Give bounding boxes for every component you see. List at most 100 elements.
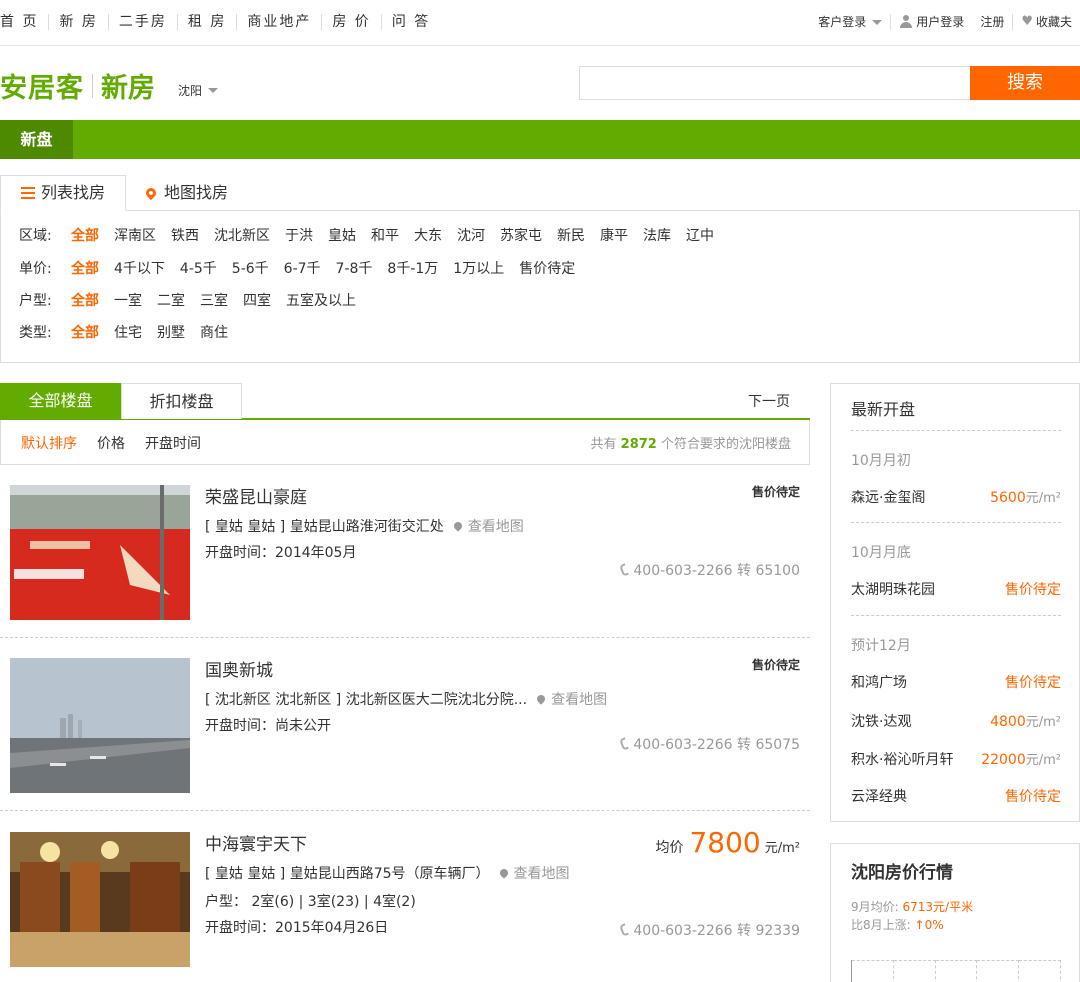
listing-name[interactable]: 荣盛昆山豪庭 <box>205 483 307 508</box>
listing-name[interactable]: 国奥新城 <box>205 656 273 681</box>
filter-option[interactable]: 皇姑 <box>328 225 356 245</box>
filter-option[interactable]: 8千-1万 <box>387 258 438 278</box>
filter-option[interactable]: 辽中 <box>686 225 714 245</box>
logo-divider <box>92 73 93 98</box>
nav-second-hand[interactable]: 二手房 <box>107 14 177 30</box>
listing-photo[interactable] <box>10 485 190 620</box>
price-unit: 元/m² <box>764 841 800 856</box>
search-button[interactable]: 搜索 <box>970 66 1080 100</box>
project-name[interactable]: 太湖明珠花园 <box>851 579 935 599</box>
map-pin-icon <box>452 520 464 532</box>
filter-option[interactable]: 苏家屯 <box>500 225 542 245</box>
nav-qa[interactable]: 问 答 <box>380 14 440 30</box>
filter-option[interactable]: 全部 <box>71 225 99 245</box>
view-map-link[interactable]: 查看地图 <box>535 689 607 709</box>
tab-new-projects[interactable]: 新盘 <box>0 120 73 159</box>
opening-row[interactable]: 和鸿广场 售价待定 <box>851 672 1061 692</box>
filter-option[interactable]: 一室 <box>114 290 142 310</box>
filter-option[interactable]: 沈河 <box>457 225 485 245</box>
view-map-link[interactable]: 查看地图 <box>497 863 570 883</box>
filter-option[interactable]: 新民 <box>557 225 585 245</box>
filter-option[interactable]: 于洪 <box>285 225 313 245</box>
search-input[interactable] <box>579 66 971 100</box>
client-login-dropdown[interactable]: 客户登录 <box>810 14 890 30</box>
filter-option[interactable]: 二室 <box>157 290 185 310</box>
filter-option[interactable]: 全部 <box>71 258 99 278</box>
sort-price[interactable]: 价格 <box>97 433 125 453</box>
divider <box>851 522 1061 523</box>
price-label: 均价 <box>655 840 684 856</box>
opening-row[interactable]: 森远·金玺阁 5600元/m² <box>851 487 1061 507</box>
nav-rent[interactable]: 租 房 <box>176 14 236 30</box>
project-price: 售价待定 <box>1005 786 1061 806</box>
project-name[interactable]: 积水·裕沁听月轩 <box>851 749 953 769</box>
listing-item[interactable]: 中海寰宇天下 [ 皇姑 皇姑 ] 皇姑昆山西路75号（原车辆厂） 查看地图 户型… <box>0 812 810 982</box>
filter-option[interactable]: 四室 <box>243 290 271 310</box>
filter-option[interactable]: 浑南区 <box>114 225 156 245</box>
filter-option[interactable]: 4千以下 <box>114 258 165 278</box>
next-page-link[interactable]: 下一页 <box>748 391 790 411</box>
filter-option[interactable]: 4-5千 <box>180 258 217 278</box>
sort-default[interactable]: 默认排序 <box>21 433 77 453</box>
price-value: 售价待定 <box>1005 582 1061 598</box>
listing-photo[interactable] <box>10 658 190 793</box>
filter-option[interactable]: 大东 <box>414 225 442 245</box>
nav-prices[interactable]: 房 价 <box>321 14 380 30</box>
filter-label: 类型: <box>19 325 52 341</box>
address-text: [ 皇姑 皇姑 ] 皇姑昆山路淮河街交汇处 <box>205 519 444 535</box>
opening-row[interactable]: 太湖明珠花园 售价待定 <box>851 579 1061 599</box>
filter-option[interactable]: 别墅 <box>157 322 185 342</box>
city-selector[interactable]: 沈阳 <box>178 82 219 99</box>
user-login-link[interactable]: 用户登录 <box>890 14 972 30</box>
filter-option[interactable]: 全部 <box>71 290 99 310</box>
filter-option[interactable]: 商住 <box>200 322 228 342</box>
phone-icon <box>619 563 630 577</box>
filter-option[interactable]: 5-6千 <box>232 258 269 278</box>
nav-home[interactable]: 首 页 <box>0 14 48 30</box>
project-name[interactable]: 沈铁·达观 <box>851 711 911 731</box>
map-pin-icon <box>143 185 159 201</box>
filter-option[interactable]: 全部 <box>71 322 99 342</box>
filter-option[interactable]: 康平 <box>600 225 628 245</box>
opening-row[interactable]: 沈铁·达观 4800元/m² <box>851 711 1061 731</box>
listing-item[interactable]: 荣盛昆山豪庭 [ 皇姑 皇姑 ] 皇姑昆山路淮河街交汇处 查看地图 开盘时间：2… <box>0 465 810 638</box>
tab-discount-projects[interactable]: 折扣楼盘 <box>121 383 242 419</box>
register-link[interactable]: 注册 <box>972 14 1012 30</box>
nav-new-homes[interactable]: 新 房 <box>48 14 107 30</box>
tab-all-projects[interactable]: 全部楼盘 <box>0 383 121 419</box>
filter-option[interactable]: 法库 <box>643 225 671 245</box>
filter-option[interactable]: 1万以上 <box>453 258 504 278</box>
listing-item[interactable]: 国奥新城 [ 沈北新区 沈北新区 ] 沈北新区医大二院沈北分院... 查看地图 … <box>0 638 810 811</box>
filter-option[interactable]: 售价待定 <box>519 258 575 278</box>
site-logo[interactable]: 安居客 新房 <box>0 66 155 105</box>
opening-row[interactable]: 积水·裕沁听月轩 22000元/m² <box>851 749 1061 769</box>
listing-name[interactable]: 中海寰宇天下 <box>205 830 307 855</box>
project-name[interactable]: 云泽经典 <box>851 786 907 806</box>
filter-option[interactable]: 和平 <box>371 225 399 245</box>
favorites-link[interactable]: ♥ 收藏夫 <box>1012 14 1080 30</box>
price-status: 售价待定 <box>751 658 800 672</box>
project-name[interactable]: 和鸿广场 <box>851 672 907 692</box>
grid-cell <box>852 960 894 982</box>
price-value: 22000 <box>981 752 1026 768</box>
filter-option[interactable]: 三室 <box>200 290 228 310</box>
filter-option[interactable]: 铁西 <box>171 225 199 245</box>
filter-option[interactable]: 五室及以上 <box>286 290 356 310</box>
sort-open-time[interactable]: 开盘时间 <box>145 433 201 453</box>
filter-option[interactable]: 住宅 <box>114 322 142 342</box>
view-map-link[interactable]: 查看地图 <box>452 516 524 536</box>
count-suffix: 个符合要求的沈阳楼盘 <box>660 437 791 452</box>
project-name[interactable]: 森远·金玺阁 <box>851 487 925 507</box>
opening-row[interactable]: 云泽经典 售价待定 <box>851 786 1061 806</box>
filter-row-price: 单价: 全部 4千以下 4-5千 5-6千 6-7千 7-8千 8千-1万 1万… <box>19 258 590 278</box>
listing-photo[interactable] <box>10 832 190 967</box>
filter-option[interactable]: 沈北新区 <box>214 225 270 245</box>
filter-row-layout: 户型: 全部 一室 二室 三室 四室 五室及以上 <box>19 290 371 310</box>
filter-option[interactable]: 6-7千 <box>284 258 321 278</box>
tab-map-label: 地图找房 <box>164 183 229 202</box>
filter-option[interactable]: 7-8千 <box>336 258 373 278</box>
nav-commercial[interactable]: 商业地产 <box>236 14 321 30</box>
tab-list-search[interactable]: 列表找房 <box>0 175 127 211</box>
tab-map-search[interactable]: 地图找房 <box>126 175 248 211</box>
phone-icon <box>619 737 630 751</box>
